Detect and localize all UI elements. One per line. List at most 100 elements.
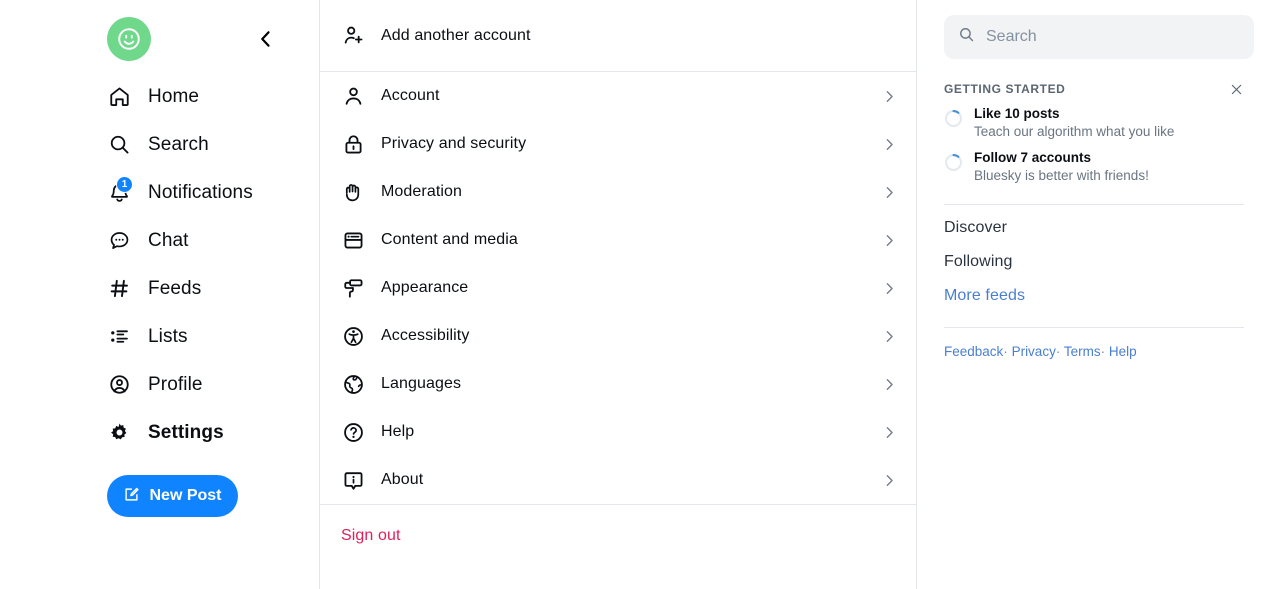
settings-row-label: Languages: [381, 375, 462, 392]
left-navigation: Home Search 1 Notifications Chat Feeds L…: [0, 0, 319, 589]
sidebar-item-profile[interactable]: Profile: [0, 360, 319, 408]
getting-started-header: GETTING STARTED: [944, 81, 1254, 97]
footer-link-privacy[interactable]: Privacy: [1012, 344, 1056, 359]
nav-items-list: Home Search 1 Notifications Chat Feeds L…: [0, 64, 319, 456]
settings-row-label: About: [381, 471, 424, 488]
notification-badge: 1: [116, 176, 133, 193]
task-subtitle: Teach our algorithm what you like: [974, 123, 1175, 139]
user-icon: [341, 84, 365, 108]
chevron-right-icon: [880, 279, 898, 297]
footer-link-terms[interactable]: Terms: [1064, 344, 1101, 359]
chevron-right-icon: [880, 87, 898, 105]
chevron-right-icon: [880, 471, 898, 489]
settings-row-moderation[interactable]: Moderation: [320, 168, 916, 216]
sidebar-item-label: Home: [148, 85, 200, 107]
info-callout-icon: [341, 468, 365, 492]
footer-separator: ·: [1055, 343, 1061, 359]
sidebar-item-lists[interactable]: Lists: [0, 312, 319, 360]
gear-icon: [107, 420, 131, 444]
chevron-right-icon: [880, 375, 898, 393]
settings-row-label: Help: [381, 423, 415, 440]
add-another-account-row[interactable]: Add another account: [320, 0, 916, 71]
new-post-button[interactable]: New Post: [107, 475, 238, 517]
feed-link-more-feeds[interactable]: More feeds: [944, 287, 1254, 305]
chevron-right-icon: [880, 231, 898, 249]
settings-items-group: Account Privacy and security Moderation …: [320, 72, 916, 505]
search-icon: [107, 132, 131, 156]
footer-links: Feedback· Privacy· Terms· Help: [944, 344, 1254, 359]
footer-link-help[interactable]: Help: [1109, 344, 1137, 359]
footer-separator: ·: [1003, 343, 1008, 359]
user-circle-icon: [107, 372, 131, 396]
new-post-label: New Post: [149, 487, 222, 504]
sidebar-item-label: Feeds: [148, 277, 202, 299]
settings-row-account[interactable]: Account: [320, 72, 916, 120]
sidebar-item-label: Notifications: [148, 181, 253, 203]
footer-separator: ·: [1100, 343, 1106, 359]
sidebar-item-chat[interactable]: Chat: [0, 216, 319, 264]
search-input[interactable]: [986, 28, 1240, 46]
add-account-group: Add another account: [320, 0, 916, 72]
paint-roller-icon: [341, 276, 365, 300]
add-another-account-label: Add another account: [381, 26, 531, 44]
sidebar-item-settings[interactable]: Settings: [0, 408, 319, 456]
sidebar-item-label: Chat: [148, 229, 189, 251]
progress-ring-icon: [944, 153, 963, 172]
sidebar-item-label: Lists: [148, 325, 188, 347]
sidebar-item-label: Profile: [148, 373, 203, 395]
search-icon: [958, 26, 975, 48]
settings-row-label: Content and media: [381, 231, 518, 248]
settings-row-help[interactable]: Help: [320, 408, 916, 456]
globe-icon: [341, 372, 365, 396]
sidebar-item-feeds[interactable]: Feeds: [0, 264, 319, 312]
compose-icon: [123, 486, 140, 506]
sign-out-button[interactable]: Sign out: [341, 527, 401, 545]
chat-bubble-icon: [107, 228, 131, 252]
settings-row-accessibility[interactable]: Accessibility: [320, 312, 916, 360]
feed-link-discover[interactable]: Discover: [944, 219, 1254, 237]
user-plus-icon: [341, 24, 365, 48]
nav-header: [0, 0, 319, 64]
chevron-left-icon: [261, 31, 270, 47]
sidebar-item-notifications[interactable]: 1 Notifications: [0, 168, 319, 216]
progress-ring-icon: [944, 109, 963, 128]
settings-row-content-and-media[interactable]: Content and media: [320, 216, 916, 264]
settings-row-about[interactable]: About: [320, 456, 916, 504]
task-title: Like 10 posts: [974, 106, 1060, 121]
smiley-avatar-icon: [118, 28, 140, 50]
getting-started-task[interactable]: Like 10 posts Teach our algorithm what y…: [944, 106, 1254, 141]
feeds-list: Discover Following More feeds: [944, 205, 1254, 305]
settings-row-label: Accessibility: [381, 327, 470, 344]
divider: [944, 326, 1244, 328]
settings-row-label: Account: [381, 87, 440, 104]
footer-link-feedback[interactable]: Feedback: [944, 344, 1003, 359]
question-circle-icon: [341, 420, 365, 444]
settings-panel: Add another account Account Privacy and …: [319, 0, 917, 589]
feed-link-following[interactable]: Following: [944, 253, 1254, 271]
collapse-sidebar-button[interactable]: [255, 28, 277, 50]
getting-started-task[interactable]: Follow 7 accounts Bluesky is better with…: [944, 150, 1254, 185]
getting-started-title: GETTING STARTED: [944, 82, 1066, 96]
lock-icon: [341, 132, 365, 156]
settings-row-label: Moderation: [381, 183, 463, 200]
avatar[interactable]: [107, 17, 151, 61]
home-icon: [107, 84, 131, 108]
sidebar-item-label: Settings: [148, 421, 224, 443]
settings-row-languages[interactable]: Languages: [320, 360, 916, 408]
hand-icon: [341, 180, 365, 204]
sidebar-item-search[interactable]: Search: [0, 120, 319, 168]
sign-out-section: Sign out: [320, 505, 916, 545]
task-subtitle: Bluesky is better with friends!: [974, 167, 1149, 183]
task-text-block: Like 10 posts Teach our algorithm what y…: [974, 106, 1174, 141]
task-title: Follow 7 accounts: [974, 149, 1092, 165]
sidebar-item-label: Search: [148, 133, 209, 155]
settings-row-label: Privacy and security: [381, 135, 527, 152]
chevron-right-icon: [880, 423, 898, 441]
settings-row-privacy-and-security[interactable]: Privacy and security: [320, 120, 916, 168]
sidebar-item-home[interactable]: Home: [0, 72, 319, 120]
settings-row-appearance[interactable]: Appearance: [320, 264, 916, 312]
settings-row-label: Appearance: [381, 279, 469, 296]
search-input-wrapper[interactable]: [944, 15, 1254, 59]
close-icon[interactable]: [1228, 81, 1244, 97]
window-card-icon: [341, 228, 365, 252]
